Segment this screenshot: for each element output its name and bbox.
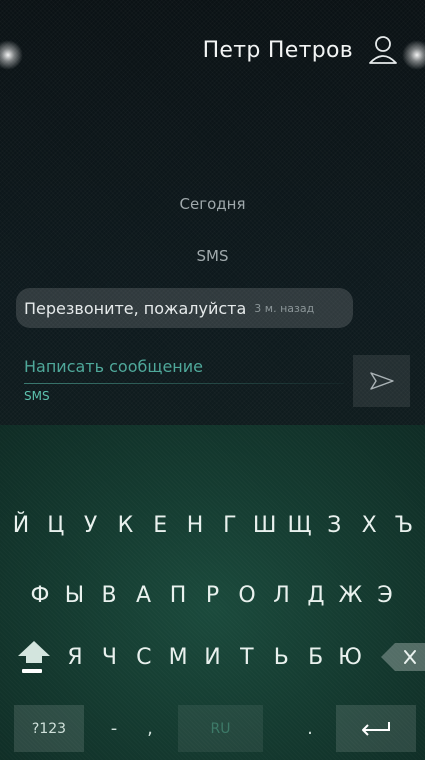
backspace-icon[interactable] <box>381 643 425 671</box>
key-letter[interactable]: Х <box>356 513 382 538</box>
key-letter[interactable]: К <box>112 513 138 538</box>
right-corner-glow <box>397 30 425 80</box>
left-corner-glow <box>0 30 28 80</box>
key-letter[interactable]: П <box>161 583 196 608</box>
conversation-header: Петр Петров <box>203 30 399 70</box>
messaging-screen: Петр Петров Сегодня SMS Перезвоните, пож… <box>0 0 425 760</box>
contact-name[interactable]: Петр Петров <box>203 38 353 63</box>
key-letter[interactable]: Л <box>264 583 299 608</box>
key-letter[interactable]: Е <box>147 513 173 538</box>
keyboard-row-3: Я Ч С М И Т Ь Б Ю <box>0 637 425 677</box>
key-letter[interactable]: Э <box>368 583 403 608</box>
key-letter[interactable]: А <box>126 583 161 608</box>
virtual-keyboard: Й Ц У К Е Н Г Ш Щ З Х Ъ Ф Ы В А П Р О Л … <box>0 425 425 760</box>
send-button[interactable] <box>353 355 410 407</box>
period-key[interactable]: . <box>290 705 330 752</box>
shift-icon[interactable] <box>14 637 54 677</box>
keyboard-row-1: Й Ц У К Е Н Г Ш Щ З Х Ъ <box>0 505 425 545</box>
keyboard-row-3-letters: Я Ч С М И Т Ь Б Ю <box>60 645 365 670</box>
person-icon[interactable] <box>367 34 399 66</box>
key-letter[interactable]: Ы <box>57 583 92 608</box>
key-letter[interactable]: В <box>92 583 127 608</box>
key-letter[interactable]: Н <box>182 513 208 538</box>
key-letter[interactable]: Ф <box>23 583 58 608</box>
message-text: Перезвоните, пожалуйста <box>24 298 247 318</box>
input-underline <box>24 383 344 384</box>
key-letter[interactable]: Ш <box>252 513 278 538</box>
key-letter[interactable]: Д <box>299 583 334 608</box>
key-letter[interactable]: Г <box>217 513 243 538</box>
key-letter[interactable]: И <box>198 645 228 670</box>
key-letter[interactable]: Ч <box>94 645 124 670</box>
key-letter[interactable]: Ц <box>43 513 69 538</box>
message-bubble[interactable]: Перезвоните, пожалуйста 3 м. назад <box>16 288 353 328</box>
key-letter[interactable]: Ю <box>335 645 365 670</box>
dash-key[interactable]: - <box>94 705 134 752</box>
keyboard-row-2: Ф Ы В А П Р О Л Д Ж Э <box>0 575 425 615</box>
space-key[interactable]: RU <box>178 705 263 752</box>
key-letter[interactable]: Щ <box>287 513 313 538</box>
key-letter[interactable]: Т <box>232 645 262 670</box>
date-separator: Сегодня <box>179 195 246 213</box>
symbols-key[interactable]: ?123 <box>14 705 84 752</box>
key-letter[interactable]: З <box>321 513 347 538</box>
key-letter[interactable]: У <box>78 513 104 538</box>
key-letter[interactable]: С <box>129 645 159 670</box>
key-letter[interactable]: Я <box>60 645 90 670</box>
enter-icon <box>362 721 390 736</box>
key-letter[interactable]: М <box>163 645 193 670</box>
key-letter[interactable]: Р <box>195 583 230 608</box>
comma-key[interactable]: , <box>130 705 170 752</box>
key-letter[interactable]: Б <box>301 645 331 670</box>
key-letter[interactable]: О <box>230 583 265 608</box>
key-letter[interactable]: Ь <box>266 645 296 670</box>
key-letter[interactable]: Ж <box>333 583 368 608</box>
key-letter[interactable]: Й <box>8 513 34 538</box>
send-icon <box>369 372 394 390</box>
message-input[interactable] <box>16 352 336 380</box>
compose-channel-label: SMS <box>24 389 50 403</box>
channel-label: SMS <box>196 247 229 265</box>
message-time: 3 м. назад <box>254 301 315 315</box>
enter-key[interactable] <box>336 705 416 752</box>
keyboard-bottom-row: ?123 - , RU . <box>0 705 425 752</box>
key-letter[interactable]: Ъ <box>391 513 417 538</box>
